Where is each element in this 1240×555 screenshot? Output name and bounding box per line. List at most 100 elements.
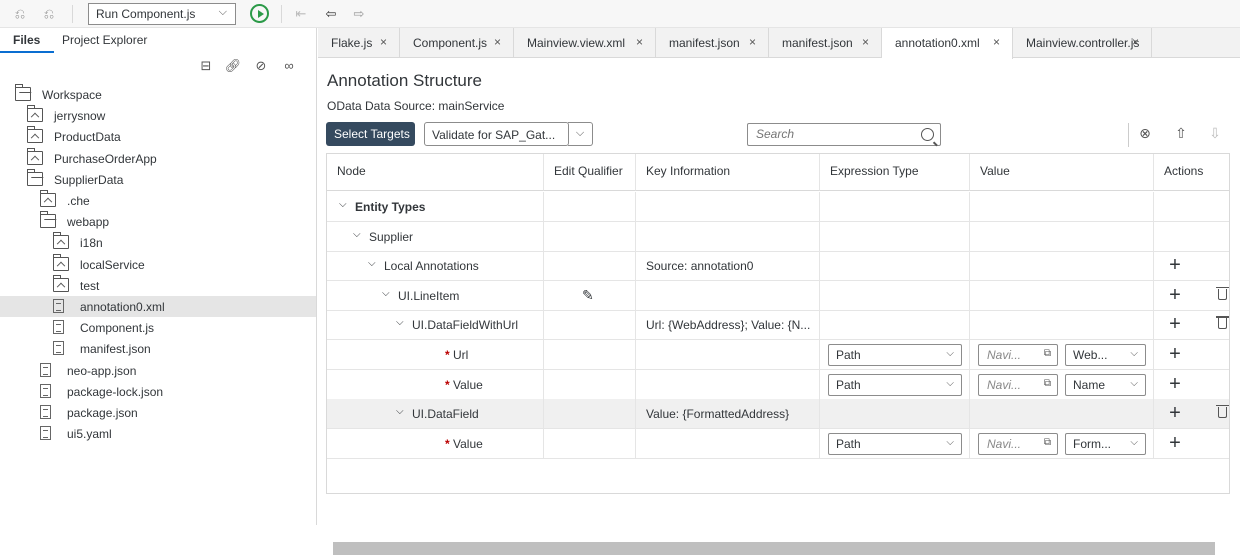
close-icon[interactable]: × [380,35,387,49]
node-label: Value [453,436,483,451]
table-row[interactable]: Value * Path ⌵ Navi... ⧉ Form... ⌵ + [327,428,1229,459]
table-row[interactable]: ⌵ Supplier [327,221,1229,252]
delete-icon[interactable] [1216,405,1229,419]
hide-icon[interactable]: ⊘ [252,58,270,76]
editor-tab[interactable]: Component.js × [400,28,514,58]
tab-files[interactable]: Files [13,33,40,47]
add-icon[interactable]: + [1167,433,1183,453]
expression-type-select[interactable]: Path ⌵ [828,432,962,455]
navigation-input[interactable]: Navi... ⧉ [978,432,1058,455]
value-help-icon[interactable]: ⧉ [1044,378,1051,389]
value-help-icon[interactable]: ⧉ [1044,348,1051,359]
move-up-icon[interactable]: ⇧ [1172,125,1190,143]
editor-tab[interactable]: manifest.json × [656,28,769,58]
table-row[interactable]: Value * Path ⌵ Navi... ⧉ Name ⌵ + [327,369,1229,400]
value-select[interactable]: Name ⌵ [1065,373,1146,396]
undo-icon[interactable]: ⎌ [11,5,29,23]
folder-icon [27,126,43,144]
file-tree-folder[interactable]: webapp [0,211,316,232]
run-configuration-select[interactable]: Run Component.js ⌵ [88,3,236,25]
file-tree-folder[interactable]: SupplierData [0,168,316,190]
forward-icon[interactable]: ⇨ [350,5,368,23]
editor-tab[interactable]: Mainview.view.xml × [514,28,656,58]
table-row[interactable]: ⌵ UI.LineItem ✎ + [327,280,1229,311]
chevron-down-icon[interactable]: ⌵ [353,229,361,240]
redo-icon[interactable]: ⎌ [40,5,58,23]
table-row[interactable]: ⌵ Local Annotations Source: annotation0 + [327,251,1229,282]
file-tree-folder[interactable]: jerrysnow [0,105,316,126]
navigation-input[interactable]: Navi... ⧉ [978,373,1058,396]
table-cell [544,369,636,400]
close-icon[interactable]: × [494,35,501,49]
delete-icon[interactable] [1216,316,1229,330]
horizontal-scrollbar[interactable] [333,542,1215,555]
close-icon[interactable]: × [636,35,643,49]
edit-icon[interactable]: ✎ [582,287,594,304]
file-tree-file[interactable]: package.json [0,402,316,423]
page-title: Annotation Structure [327,71,482,90]
chevron-down-icon[interactable]: ⌵ [396,317,404,328]
table-row[interactable]: ⌵ UI.DataField Value: {FormattedAddress} + [327,399,1229,430]
value-select[interactable]: Web... ⌵ [1065,344,1146,366]
folder-icon [40,190,56,207]
go-back-icon[interactable]: ⇤ [292,5,310,23]
value-select[interactable]: Form... ⌵ [1065,432,1146,455]
close-icon[interactable]: × [862,35,869,49]
add-icon[interactable]: + [1167,255,1183,275]
chevron-down-icon[interactable]: ⌵ [368,258,376,269]
file-tree-file[interactable]: Component.js [0,317,316,338]
file-tree-folder[interactable]: localService [0,253,316,275]
editor-tab[interactable]: Mainview.controller.js × [1013,28,1152,58]
add-icon[interactable]: + [1167,344,1183,364]
file-tree-file[interactable]: package-lock.json [0,381,316,402]
editor-tab[interactable]: Flake.js × [318,28,400,58]
file-tree-folder[interactable]: test [0,274,316,296]
select-targets-button[interactable]: Select Targets [326,122,415,146]
file-tree-file[interactable]: ui5.yaml [0,423,316,444]
table-row[interactable]: Url * Path ⌵ Navi... ⧉ Web... ⌵ + [327,340,1229,370]
expression-type-select[interactable]: Path ⌵ [828,344,962,366]
delete-icon[interactable] [1216,286,1229,300]
search-icon[interactable] [921,128,934,141]
file-tree-label: jerrysnow [54,109,106,124]
close-icon[interactable]: × [993,35,1000,49]
add-icon[interactable]: + [1167,314,1183,334]
binoculars-icon[interactable]: ∞ [280,58,298,76]
search-input[interactable] [756,127,906,141]
collapse-all-icon[interactable]: ⊗ [1136,125,1154,143]
editor-tab[interactable]: manifest.json × [769,28,882,58]
new-folder-icon[interactable]: ⊟ [197,58,215,76]
file-tree-folder[interactable]: ProductData [0,126,316,147]
chevron-down-icon[interactable]: ⌵ [382,288,390,299]
add-icon[interactable]: + [1167,285,1183,305]
add-icon[interactable]: + [1167,403,1183,423]
close-icon[interactable]: × [749,35,756,49]
table-row[interactable]: ⌵ UI.DataFieldWithUrl Url: {WebAddress}; V… [327,310,1229,341]
expression-type-select[interactable]: Path ⌵ [828,373,962,396]
node-label: Value [453,377,483,392]
file-tree-folder[interactable]: PurchaseOrderApp [0,147,316,169]
editor-tab[interactable]: annotation0.xml × [882,28,1013,59]
navigation-input[interactable]: Navi... ⧉ [978,344,1058,366]
chevron-down-icon[interactable]: ⌵ [396,406,404,417]
file-tree-folder[interactable]: i18n [0,232,316,253]
validate-select[interactable]: Validate for SAP_Gat... [424,122,569,146]
value-help-icon[interactable]: ⧉ [1044,437,1051,448]
move-down-icon[interactable]: ⇩ [1206,125,1224,143]
file-tree-folder[interactable]: Workspace [0,84,316,105]
chevron-down-icon[interactable]: ⌵ [339,199,347,210]
chevron-down-icon[interactable]: ⌵ [568,122,593,146]
close-icon[interactable]: × [1132,35,1139,49]
link-icon[interactable]: 🔗︎ [224,58,242,76]
table-row[interactable]: ⌵ Entity Types [327,192,1229,222]
file-tree-file[interactable]: manifest.json [0,338,316,359]
file-tree-file[interactable]: annotation0.xml [0,296,316,317]
file-tree-file[interactable]: neo-app.json [0,360,316,381]
search-field[interactable] [747,123,941,146]
file-tree-folder[interactable]: .che [0,190,316,211]
back-icon[interactable]: ⇦ [322,5,340,23]
explorer-tabs: Files Project Explorer [0,28,316,53]
add-icon[interactable]: + [1167,374,1183,394]
tab-project-explorer[interactable]: Project Explorer [62,33,147,47]
run-icon[interactable] [250,4,269,23]
